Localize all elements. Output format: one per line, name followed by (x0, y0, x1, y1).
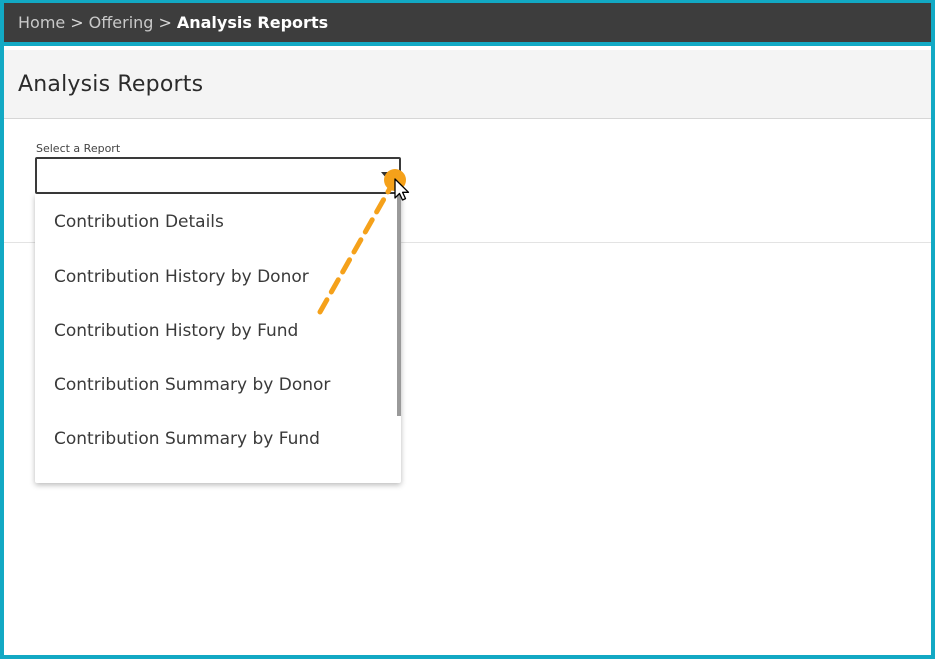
select-report-label: Select a Report (36, 142, 121, 155)
page-header: Analysis Reports (4, 50, 931, 119)
chevron-right-icon: > (70, 13, 84, 32)
chevron-right-icon: > (158, 13, 172, 32)
dropdown-option[interactable]: Contribution Summary by Fund (35, 412, 401, 466)
dropdown-option[interactable]: Contribution Details (35, 194, 401, 250)
dropdown-scrollbar[interactable] (397, 194, 401, 416)
app-frame: Home > Offering > Analysis Reports Analy… (0, 0, 935, 659)
breadcrumb-current: Analysis Reports (176, 13, 329, 32)
dropdown-option[interactable]: Contribution History by Donor (35, 250, 401, 304)
breadcrumb-home-link[interactable]: Home (18, 13, 65, 32)
dropdown-option[interactable]: Contribution Summary by Donor (35, 358, 401, 412)
dropdown-option[interactable]: Contribution History by Fund (35, 304, 401, 358)
page-title: Analysis Reports (18, 71, 204, 97)
caret-down-icon[interactable] (381, 172, 391, 178)
breadcrumb-offering-link[interactable]: Offering (89, 13, 154, 32)
report-dropdown-menu: Contribution Details Contribution Histor… (35, 194, 401, 483)
breadcrumb: Home > Offering > Analysis Reports (4, 3, 931, 46)
report-select[interactable] (35, 157, 401, 194)
